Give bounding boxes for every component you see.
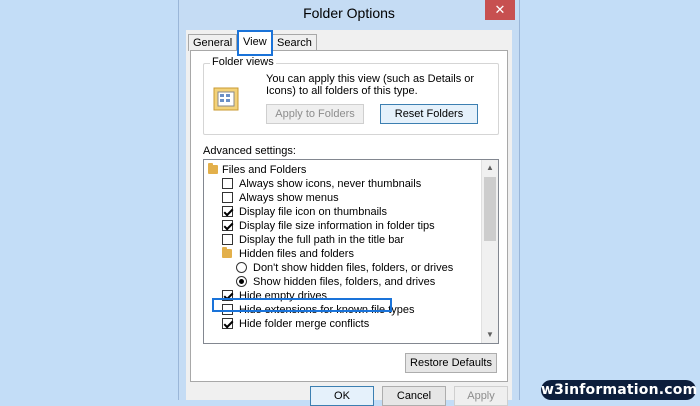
option-label: Display file icon on thumbnails — [239, 206, 387, 218]
window-title: Folder Options — [303, 5, 395, 21]
tab-view[interactable]: View — [237, 30, 273, 56]
folder-views-group: Folder views You can apply this view (su… — [203, 56, 499, 135]
view-tab-panel: Folder views You can apply this view (su… — [190, 50, 508, 382]
checkbox[interactable] — [222, 318, 233, 329]
reset-folders-button[interactable]: Reset Folders — [380, 104, 478, 124]
folder-views-icon — [213, 87, 239, 111]
folder-options-window: Folder Options ✕ General View Search Fol… — [178, 0, 520, 406]
radio-button[interactable] — [236, 262, 247, 273]
folder-views-label: Folder views — [210, 56, 276, 68]
close-button[interactable]: ✕ — [485, 0, 515, 20]
advanced-settings-tree[interactable]: Files and Folders Always show icons, nev… — [203, 159, 499, 344]
ok-button[interactable]: OK — [310, 386, 374, 406]
checkbox[interactable] — [222, 290, 233, 301]
apply-button[interactable]: Apply — [454, 386, 508, 406]
radio-button[interactable] — [236, 276, 247, 287]
restore-defaults-button[interactable]: Restore Defaults — [405, 353, 497, 373]
option-label: Always show icons, never thumbnails — [239, 178, 422, 190]
option-label: Hide folder merge conflicts — [239, 318, 370, 330]
scroll-thumb[interactable] — [484, 177, 496, 241]
tree-item-label: Files and Folders — [222, 164, 307, 176]
checkbox[interactable] — [222, 192, 233, 203]
watermark-logo: w3information.com — [541, 380, 698, 400]
option-label: Display file size information in folder … — [239, 220, 435, 232]
apply-to-folders-button[interactable]: Apply to Folders — [266, 104, 364, 124]
scroll-down-arrow-icon[interactable]: ▼ — [482, 327, 498, 343]
tab-search[interactable]: Search — [272, 34, 317, 51]
option-label: Hide extensions for known file types — [239, 304, 415, 316]
checkbox[interactable] — [222, 304, 233, 315]
checkbox[interactable] — [222, 178, 233, 189]
close-icon: ✕ — [494, 2, 506, 17]
option-label: Display the full path in the title bar — [239, 234, 405, 246]
vertical-scrollbar[interactable]: ▲ ▼ — [481, 160, 498, 343]
checkbox[interactable] — [222, 234, 233, 245]
scroll-up-arrow-icon[interactable]: ▲ — [482, 160, 498, 176]
tab-general[interactable]: General — [188, 34, 238, 51]
checkbox[interactable] — [222, 206, 233, 217]
advanced-settings-label: Advanced settings: — [203, 145, 296, 157]
cancel-button[interactable]: Cancel — [382, 386, 446, 406]
folder-views-description: You can apply this view (such as Details… — [266, 73, 475, 97]
option-label: Show hidden files, folders, and drives — [253, 276, 436, 288]
option-label: Don't show hidden files, folders, or dri… — [253, 262, 454, 274]
folder-icon — [222, 247, 232, 258]
folder-icon — [208, 163, 218, 174]
option-label: Hide empty drives — [239, 290, 328, 302]
tree-item-label: Hidden files and folders — [239, 248, 354, 260]
option-label: Always show menus — [239, 192, 339, 204]
dialog-client-area: General View Search Folder views You can… — [186, 30, 512, 406]
checkbox[interactable] — [222, 220, 233, 231]
